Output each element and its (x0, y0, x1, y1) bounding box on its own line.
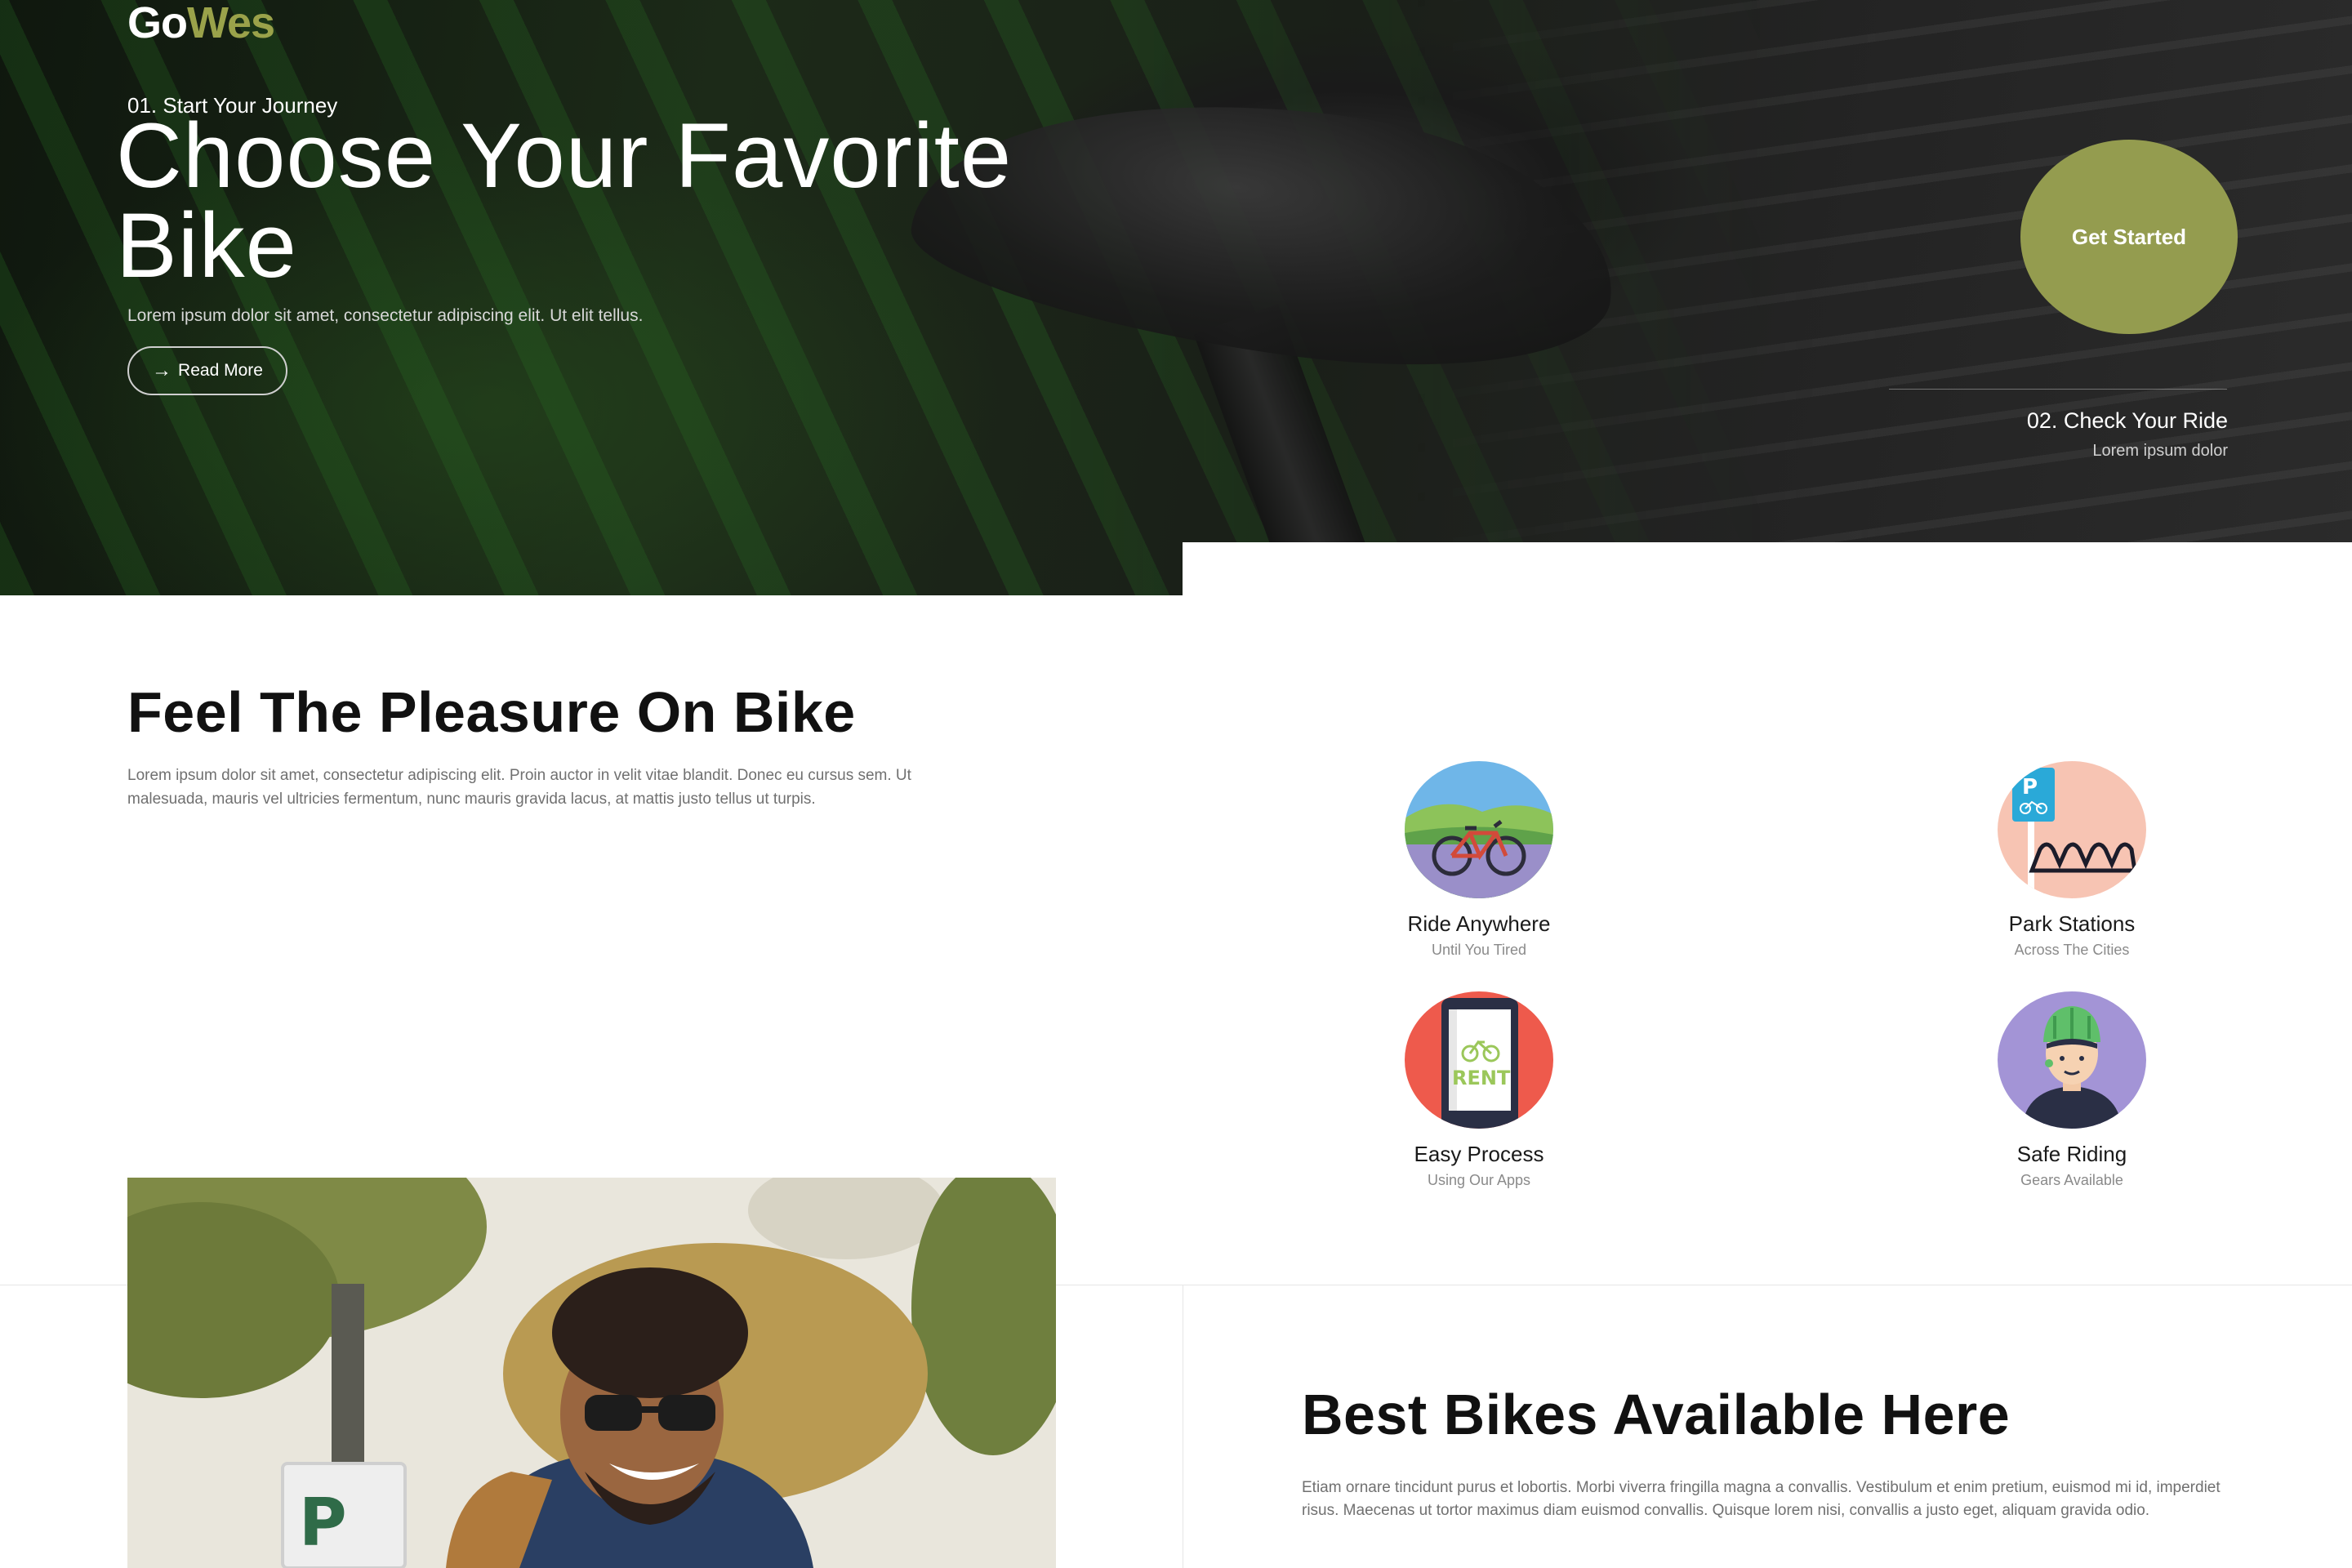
feature-title: Easy Process (1414, 1142, 1544, 1166)
hero-divider (1889, 389, 2227, 390)
hero-title: Choose Your Favorite Bike (116, 105, 1013, 296)
logo[interactable]: GoWes (127, 0, 275, 47)
bicycle-landscape-icon (1405, 761, 1553, 898)
feature-title: Ride Anywhere (1407, 911, 1551, 936)
feature-safe-riding: Safe Riding Gears Available (1949, 991, 2194, 1189)
best-bikes-description: Etiam ornare tincidunt purus et lobortis… (1302, 1479, 2221, 1519)
parking-sign-icon: P (1998, 761, 2146, 898)
feature-ride-anywhere: Ride Anywhere Until You Tired (1356, 761, 1601, 959)
logo-wes: Wes (187, 0, 275, 47)
check-ride-subtitle: Lorem ipsum dolor (2092, 442, 2228, 460)
feature-title: Park Stations (2008, 911, 2136, 936)
read-more-button[interactable]: → Read More (127, 346, 287, 395)
feature-title: Safe Riding (2016, 1142, 2127, 1166)
feature-easy-process: RENT Easy Process Using Our Apps (1356, 991, 1601, 1189)
hero-description: Lorem ipsum dolor sit amet, consectetur … (127, 306, 644, 325)
logo-go: Go (127, 0, 188, 47)
feature-park-stations: P Park Stations Across The Cities (1949, 761, 2194, 959)
feature-subtitle: Across The Cities (2014, 942, 2130, 958)
svg-text:P: P (2022, 775, 2038, 800)
hero-corner-block (1183, 542, 2352, 595)
helmet-rider-icon (1998, 991, 2146, 1129)
phone-rent-icon: RENT (1405, 991, 1553, 1129)
check-ride-title: 02. Check Your Ride (2026, 408, 2228, 433)
feature-subtitle: Using Our Apps (1427, 1172, 1531, 1188)
rider-photo: P (127, 1178, 1056, 1568)
photo-sign-text: P (299, 1485, 347, 1561)
rent-text: RENT (1452, 1067, 1511, 1089)
arrow-right-icon: → (152, 359, 172, 381)
feature-subtitle: Gears Available (2020, 1172, 2123, 1188)
pleasure-description: Lorem ipsum dolor sit amet, consectetur … (127, 767, 911, 808)
feature-subtitle: Until You Tired (1431, 942, 1527, 958)
best-bikes-title: Best Bikes Available Here (1302, 1383, 2011, 1446)
pleasure-title: Feel The Pleasure On Bike (127, 680, 856, 744)
read-more-label: Read More (178, 361, 263, 380)
get-started-button[interactable]: Get Started (2020, 140, 2238, 334)
hero-section: GoWes 01. Start Your Journey Choose Your… (0, 0, 2352, 595)
get-started-label: Get Started (2071, 224, 2187, 249)
